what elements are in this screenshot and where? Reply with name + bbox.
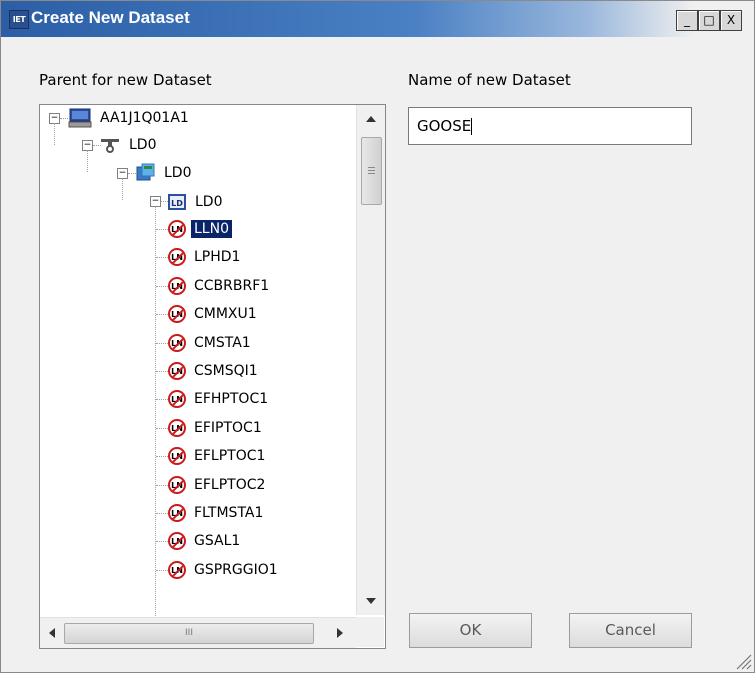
logical-node-icon: LN bbox=[168, 476, 186, 494]
tree-node-label: LD0 bbox=[164, 165, 192, 181]
tree-node-label: LD0 bbox=[129, 137, 157, 153]
scroll-down-icon[interactable] bbox=[357, 587, 385, 615]
maximize-button[interactable]: □ bbox=[698, 10, 720, 31]
scroll-right-icon[interactable] bbox=[328, 618, 352, 648]
tree-node-root[interactable]: AA1J1Q01A1 bbox=[68, 107, 192, 129]
computer-icon bbox=[68, 108, 92, 128]
logical-node-icon: LN bbox=[168, 220, 186, 238]
tree-node-ln[interactable]: LN EFLPTOC2 bbox=[168, 474, 268, 496]
tree-node-ln[interactable]: LN EFLPTOC1 bbox=[168, 445, 268, 467]
close-button[interactable]: X bbox=[720, 10, 742, 31]
tree-node-label: AA1J1Q01A1 bbox=[100, 110, 189, 126]
logical-device-icon: LD bbox=[168, 194, 186, 210]
resize-grip-icon[interactable] bbox=[734, 652, 752, 670]
vertical-scrollbar[interactable] bbox=[356, 105, 385, 615]
tree-node-label: LPHD1 bbox=[194, 249, 241, 265]
app-icon: IET bbox=[9, 10, 29, 29]
tree-node-label: CMSTA1 bbox=[194, 335, 251, 351]
tree-node-ln[interactable]: LN CMSTA1 bbox=[168, 332, 254, 354]
tree-node-ln[interactable]: LN FLTMSTA1 bbox=[168, 502, 266, 524]
logical-node-icon: LN bbox=[168, 277, 186, 295]
tree-node-ln[interactable]: LN CCBRBRF1 bbox=[168, 275, 272, 297]
parent-label: Parent for new Dataset bbox=[39, 71, 212, 89]
tree-node-label: CSMSQI1 bbox=[194, 363, 258, 379]
tree-node-ln[interactable]: LN LPHD1 bbox=[168, 246, 243, 268]
tree-node-label: EFHPTOC1 bbox=[194, 391, 269, 407]
tree-node-ln[interactable]: LN GSAL1 bbox=[168, 530, 243, 552]
horizontal-scroll-thumb[interactable]: III bbox=[64, 623, 314, 644]
parent-tree[interactable]: − AA1J1Q01A1 − LD0 − LD0 − LD LD0 LN LLN… bbox=[39, 104, 386, 649]
logical-node-icon: LN bbox=[168, 305, 186, 323]
logical-node-icon: LN bbox=[168, 390, 186, 408]
minimize-button[interactable]: _ bbox=[676, 10, 698, 31]
dataset-name-input[interactable]: GOOSE bbox=[408, 107, 692, 145]
scroll-corner bbox=[356, 617, 384, 647]
tree-node-ln[interactable]: LN EFHPTOC1 bbox=[168, 388, 271, 410]
window-title: Create New Dataset bbox=[31, 8, 190, 27]
tree-node-ln[interactable]: LN CSMSQI1 bbox=[168, 360, 261, 382]
ok-button[interactable]: OK bbox=[409, 613, 532, 648]
logical-node-icon: LN bbox=[168, 504, 186, 522]
logical-node-icon: LN bbox=[168, 561, 186, 579]
create-dataset-dialog: IET Create New Dataset _ □ X Parent for … bbox=[0, 0, 755, 673]
title-bar[interactable]: IET Create New Dataset _ □ X bbox=[1, 1, 754, 37]
dataset-name-value: GOOSE bbox=[417, 117, 472, 135]
text-caret bbox=[471, 118, 473, 135]
scroll-grip: III bbox=[185, 628, 193, 638]
tree-node-label: EFIPTOC1 bbox=[194, 420, 262, 436]
tree-node-ln[interactable]: LN EFIPTOC1 bbox=[168, 417, 265, 439]
device-icon bbox=[136, 163, 155, 181]
tree-node-label: LD0 bbox=[195, 194, 223, 210]
tree-node-label: CMMXU1 bbox=[194, 306, 257, 322]
tree-node-ld0-level3[interactable]: LD LD0 bbox=[168, 191, 226, 213]
logical-node-icon: LN bbox=[168, 419, 186, 437]
tree-node-label: EFLPTOC2 bbox=[194, 477, 266, 493]
tree-node-label: GSPRGGIO1 bbox=[194, 562, 278, 578]
tree-node-ln[interactable]: LN GSPRGGIO1 bbox=[168, 559, 281, 581]
scroll-up-icon[interactable] bbox=[357, 105, 385, 133]
tree-node-label: FLTMSTA1 bbox=[194, 505, 264, 521]
horizontal-scrollbar[interactable]: III bbox=[40, 617, 356, 648]
tree-node-ln[interactable]: LN CMMXU1 bbox=[168, 303, 260, 325]
scroll-left-icon[interactable] bbox=[40, 618, 64, 648]
tree-node-label: LLN0 bbox=[191, 220, 232, 238]
tree-node-ln[interactable]: LN LLN0 bbox=[168, 218, 232, 240]
tree-node-label: EFLPTOC1 bbox=[194, 448, 266, 464]
tree-node-ld0-level2[interactable]: LD0 bbox=[134, 162, 195, 184]
logical-node-icon: LN bbox=[168, 447, 186, 465]
logical-node-icon: LN bbox=[168, 532, 186, 550]
logical-node-icon: LN bbox=[168, 334, 186, 352]
scroll-thumb[interactable] bbox=[361, 137, 382, 205]
tree-node-label: GSAL1 bbox=[194, 533, 241, 549]
tree-node-ld0-level1[interactable]: LD0 bbox=[100, 134, 160, 156]
cancel-button[interactable]: Cancel bbox=[569, 613, 692, 648]
connector-icon bbox=[101, 139, 119, 153]
tree-node-label: CCBRBRF1 bbox=[194, 278, 270, 294]
logical-node-icon: LN bbox=[168, 248, 186, 266]
logical-node-icon: LN bbox=[168, 362, 186, 380]
name-label: Name of new Dataset bbox=[408, 71, 571, 89]
